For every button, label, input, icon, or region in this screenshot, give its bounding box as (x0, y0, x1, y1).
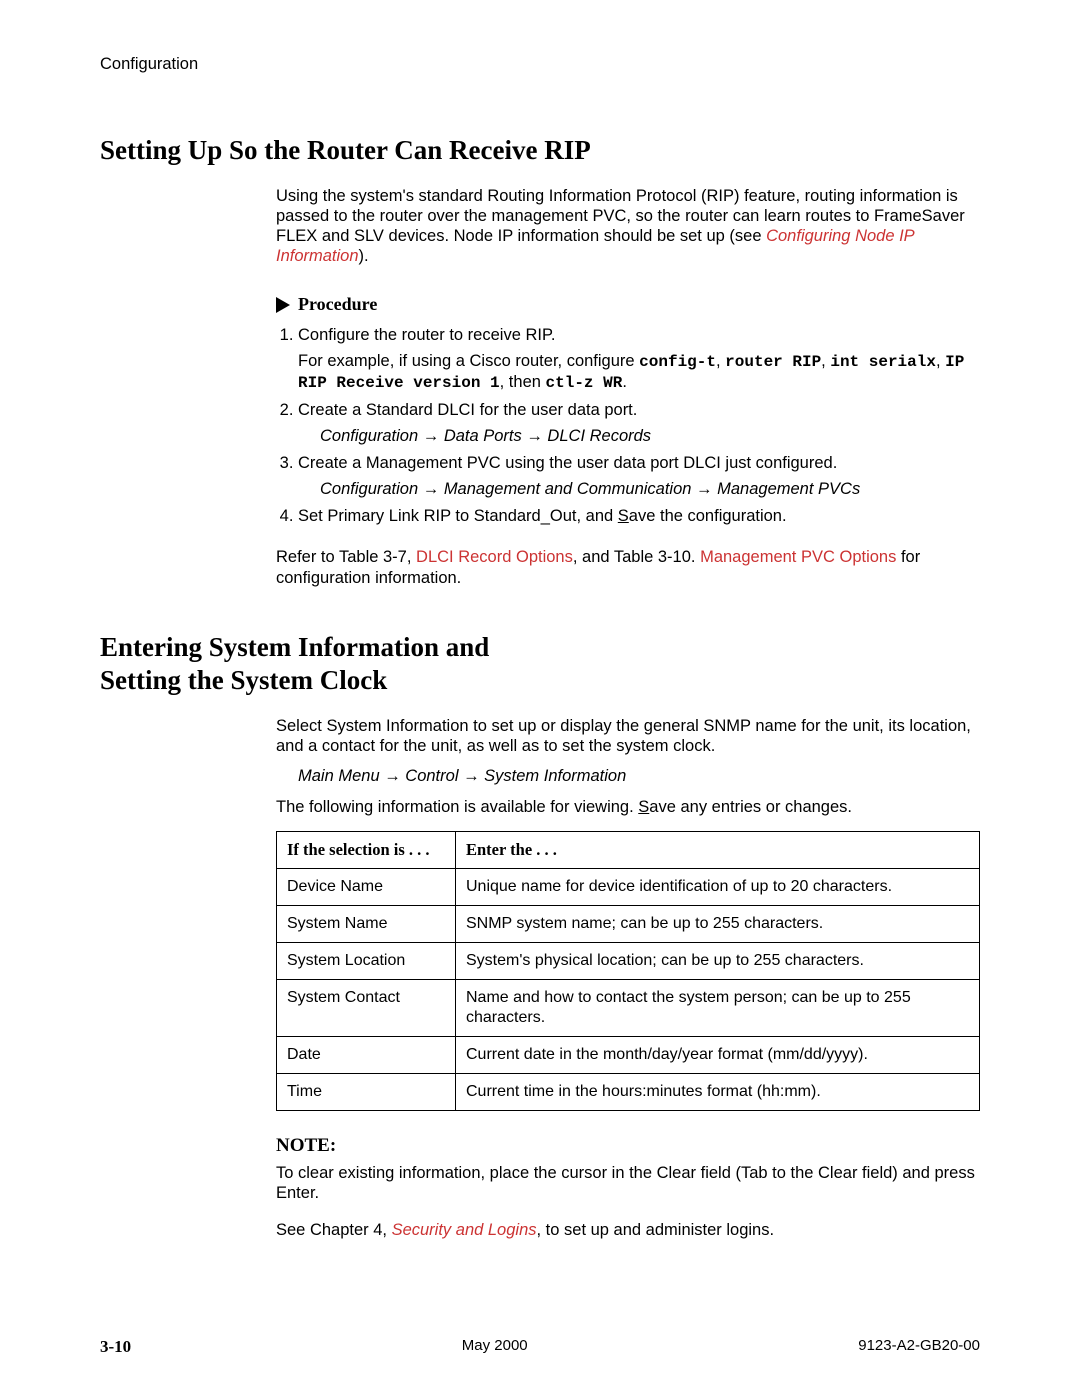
section2-title-l1: Entering System Information and (100, 632, 489, 662)
step-4: Set Primary Link RIP to Standard_Out, an… (298, 506, 980, 527)
section2-intro: Select System Information to set up or d… (276, 716, 980, 756)
see-chapter: See Chapter 4, Security and Logins, to s… (276, 1220, 980, 1240)
cell-v: Unique name for device identification of… (456, 869, 980, 906)
step4-a: Set Primary Link RIP to Standard_Out, an… (298, 507, 618, 525)
step2-path: Configuration → Data Ports → DLCI Record… (320, 426, 980, 447)
cell-k: Device Name (277, 869, 456, 906)
section2-after: The following information is available f… (276, 797, 980, 817)
footer: 3-10 May 2000 9123-A2-GB20-00 (100, 1337, 980, 1357)
cell-v: Current time in the hours:minutes format… (456, 1074, 980, 1111)
step2-text: Create a Standard DLCI for the user data… (298, 401, 637, 419)
note-text: To clear existing information, place the… (276, 1163, 980, 1203)
section2-body: Select System Information to set up or d… (276, 716, 980, 1240)
intro-text-b: ). (359, 247, 369, 265)
after-save-underline: S (638, 798, 649, 816)
page-number: 3-10 (100, 1337, 131, 1357)
table-row: Device Name Unique name for device ident… (277, 869, 980, 906)
section2-title-l2: Setting the System Clock (100, 665, 387, 695)
step1-sub: For example, if using a Cisco router, co… (298, 351, 980, 395)
cmd-int-serialx: int serialx (830, 353, 936, 371)
s1b-a: For example, if using a Cisco router, co… (298, 352, 639, 370)
link-security-and-logins[interactable]: Security and Logins (392, 1221, 537, 1239)
section2-title: Entering System Information and Setting … (100, 631, 980, 699)
step3-text: Create a Management PVC using the user d… (298, 454, 837, 472)
cmd-router-rip: router RIP (725, 353, 821, 371)
cmd-ctlz-wr: ctl-z WR (546, 374, 623, 392)
table-row: System Name SNMP system name; can be up … (277, 906, 980, 943)
link-management-pvc-options[interactable]: Management PVC Options (700, 548, 896, 566)
section1-title: Setting Up So the Router Can Receive RIP (100, 134, 980, 168)
footer-date: May 2000 (462, 1337, 528, 1357)
triangle-icon (276, 297, 290, 313)
cell-k: Date (277, 1037, 456, 1074)
step4-save-underline: S (618, 507, 629, 525)
link-dlci-record-options[interactable]: DLCI Record Options (416, 548, 573, 566)
cmd-config-t: config-t (639, 353, 716, 371)
th-selection: If the selection is . . . (277, 831, 456, 869)
cell-v: SNMP system name; can be up to 255 chara… (456, 906, 980, 943)
section1-body: Using the system's standard Routing Info… (276, 186, 980, 589)
after-b: ave any entries or changes. (649, 798, 852, 816)
page: Configuration Setting Up So the Router C… (0, 0, 1080, 1397)
procedure-header: Procedure (276, 294, 980, 315)
refer-b: , and Table 3-10. (573, 548, 700, 566)
refer-a: Refer to Table 3-7, (276, 548, 416, 566)
step3-path: Configuration → Management and Communica… (320, 479, 980, 500)
cell-k: System Name (277, 906, 456, 943)
step-3: Create a Management PVC using the user d… (298, 453, 980, 500)
section1-refer: Refer to Table 3-7, DLCI Record Options,… (276, 547, 980, 588)
s1b-then: , then (500, 373, 546, 391)
cell-v: Current date in the month/day/year forma… (456, 1037, 980, 1074)
table-header-row: If the selection is . . . Enter the . . … (277, 831, 980, 869)
cell-k: Time (277, 1074, 456, 1111)
table-row: System Location System's physical locati… (277, 943, 980, 980)
th-enter: Enter the . . . (456, 831, 980, 869)
procedure-list: Configure the router to receive RIP. For… (276, 325, 980, 527)
running-head: Configuration (100, 55, 980, 74)
note-label: NOTE: (276, 1135, 980, 1157)
section1-intro: Using the system's standard Routing Info… (276, 186, 980, 267)
cell-k: System Contact (277, 980, 456, 1037)
after-a: The following information is available f… (276, 798, 638, 816)
system-info-table: If the selection is . . . Enter the . . … (276, 831, 980, 1112)
table-row: Time Current time in the hours:minutes f… (277, 1074, 980, 1111)
step-1: Configure the router to receive RIP. For… (298, 325, 980, 394)
section2-path: Main Menu → Control → System Information (298, 766, 980, 786)
see-a: See Chapter 4, (276, 1221, 392, 1239)
procedure-label: Procedure (298, 294, 377, 315)
step-2: Create a Standard DLCI for the user data… (298, 400, 980, 447)
cell-k: System Location (277, 943, 456, 980)
cell-v: Name and how to contact the system perso… (456, 980, 980, 1037)
table-row: Date Current date in the month/day/year … (277, 1037, 980, 1074)
footer-doc-id: 9123-A2-GB20-00 (858, 1337, 980, 1357)
see-b: , to set up and administer logins. (537, 1221, 775, 1239)
step4-b: ave the configuration. (629, 507, 787, 525)
step1-text: Configure the router to receive RIP. (298, 326, 555, 344)
cell-v: System's physical location; can be up to… (456, 943, 980, 980)
table-row: System Contact Name and how to contact t… (277, 980, 980, 1037)
